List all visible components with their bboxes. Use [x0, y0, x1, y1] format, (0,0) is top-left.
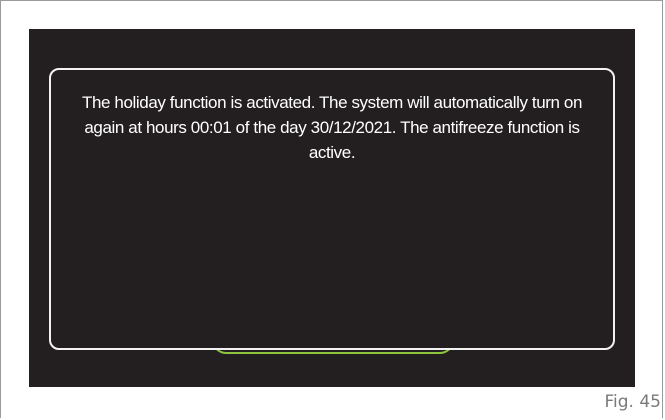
figure-caption: Fig. 45: [604, 392, 662, 412]
device-screen: The holiday function is activated. The s…: [29, 29, 635, 387]
dialog-message: The holiday function is activated. The s…: [81, 93, 583, 162]
holiday-info-dialog: The holiday function is activated. The s…: [49, 68, 615, 350]
